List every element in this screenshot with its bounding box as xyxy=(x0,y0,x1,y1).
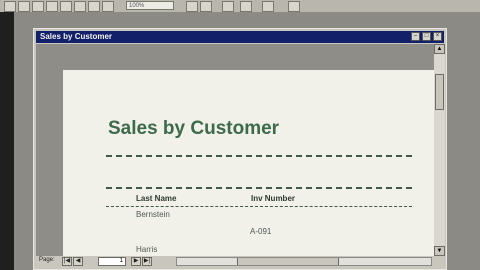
toolbar-button[interactable] xyxy=(222,1,234,12)
previous-page-icon[interactable]: ◀ xyxy=(73,257,83,266)
column-header-inv-number: Inv Number xyxy=(251,194,296,203)
app-frame xyxy=(0,12,14,270)
divider xyxy=(106,206,412,207)
toolbar-button[interactable] xyxy=(74,1,86,12)
report-page xyxy=(63,70,434,256)
print-preview-area: Sales by Customer Last Name Inv Number B… xyxy=(36,44,434,256)
column-header-last-name: Last Name xyxy=(136,194,177,203)
cell-last-name: Bernstein xyxy=(136,210,170,219)
window-title: Sales by Customer xyxy=(40,32,113,41)
window-title-bar[interactable]: Sales by Customer – □ × xyxy=(36,31,444,43)
toolbar-button[interactable] xyxy=(200,1,212,12)
toolbar-button[interactable] xyxy=(240,1,252,12)
scroll-up-icon[interactable]: ▲ xyxy=(434,44,445,54)
toolbar-button[interactable] xyxy=(18,1,30,12)
vertical-scrollbar[interactable]: ▲ ▼ xyxy=(434,44,445,256)
page-number-input[interactable]: 1 xyxy=(98,257,126,266)
maximize-icon[interactable]: □ xyxy=(422,32,431,41)
close-icon[interactable]: × xyxy=(433,32,442,41)
help-button[interactable] xyxy=(288,1,300,12)
first-page-icon[interactable]: |◀ xyxy=(62,257,72,266)
toolbar-button[interactable] xyxy=(46,1,58,12)
scroll-thumb[interactable] xyxy=(435,74,444,110)
divider xyxy=(106,187,412,189)
toolbar-button[interactable] xyxy=(88,1,100,12)
page-navigation-bar: Page: |◀ ◀ 1 ▶ ▶| xyxy=(36,256,434,267)
report-window: Sales by Customer – □ × Sales by Custome… xyxy=(33,28,447,270)
toolbar-button[interactable] xyxy=(4,1,16,12)
scroll-thumb[interactable] xyxy=(237,258,339,265)
next-page-icon[interactable]: ▶ xyxy=(131,257,141,266)
divider xyxy=(106,155,412,157)
zoom-select[interactable]: 100% xyxy=(126,1,174,10)
horizontal-scrollbar[interactable] xyxy=(176,257,432,266)
toolbar-button[interactable] xyxy=(262,1,274,12)
toolbar-button[interactable] xyxy=(32,1,44,12)
toolbar-button[interactable] xyxy=(60,1,72,12)
cell-last-name: Harris xyxy=(136,245,158,254)
app-toolbar: 100% xyxy=(0,0,480,12)
minimize-icon[interactable]: – xyxy=(411,32,420,41)
toolbar-button[interactable] xyxy=(186,1,198,12)
cell-inv-number: A-091 xyxy=(250,227,272,236)
report-title: Sales by Customer xyxy=(108,118,280,139)
scroll-down-icon[interactable]: ▼ xyxy=(434,246,445,256)
last-page-icon[interactable]: ▶| xyxy=(142,257,152,266)
toolbar-button[interactable] xyxy=(102,1,114,12)
page-label: Page: xyxy=(39,257,55,263)
